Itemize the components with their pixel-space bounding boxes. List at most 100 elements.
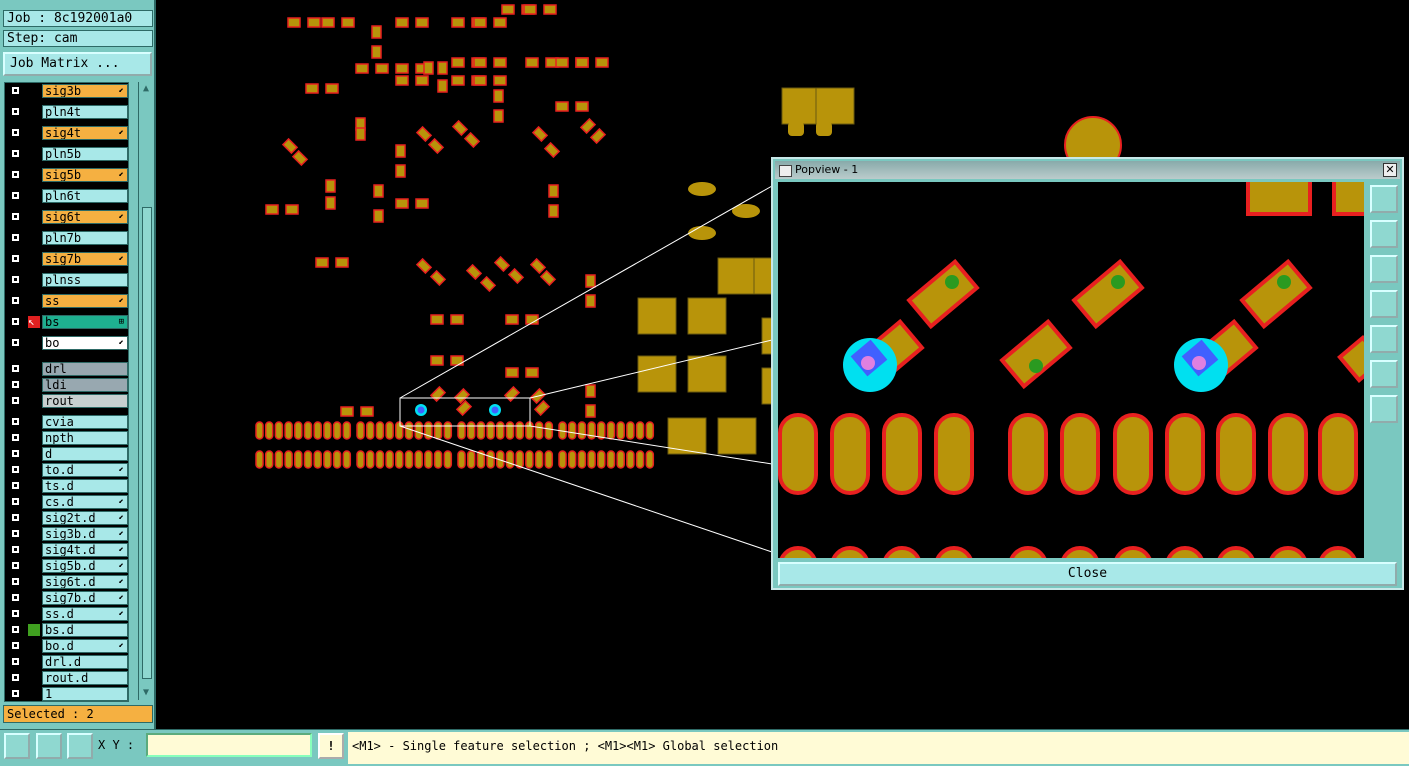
layer-name[interactable]: rout.d — [42, 671, 128, 685]
scroll-up-icon[interactable]: ▲ — [141, 84, 151, 94]
layer-checkbox[interactable] — [11, 497, 20, 506]
layer-name[interactable]: sig7b.d ⬋ — [42, 591, 128, 605]
layer-name[interactable]: sig3b.d ⬋ — [42, 527, 128, 541]
smd-pad[interactable] — [335, 257, 349, 268]
layer-name[interactable]: cvia — [42, 415, 128, 429]
smd-pad[interactable] — [451, 119, 469, 137]
layer-name[interactable]: drl.d — [42, 655, 128, 669]
layer-row-1[interactable]: 1 — [5, 687, 128, 701]
connector-pin[interactable] — [567, 421, 577, 440]
smd-pad[interactable] — [585, 384, 596, 398]
connector-pin[interactable] — [635, 450, 645, 469]
smd-pad[interactable] — [548, 204, 559, 218]
smd-pad[interactable] — [579, 117, 597, 135]
scroll-down-icon[interactable]: ▼ — [141, 688, 151, 698]
smd-pad[interactable] — [341, 17, 355, 28]
connector-pin[interactable] — [496, 421, 505, 440]
smd-pad[interactable] — [430, 355, 444, 366]
connector-pin[interactable] — [883, 546, 921, 558]
layer-row-to-d[interactable]: to.d ⬋ — [5, 463, 128, 478]
smd-pad[interactable] — [395, 198, 409, 209]
smd-pad[interactable] — [450, 314, 464, 325]
smd-pad[interactable] — [595, 57, 609, 68]
connector-pin[interactable] — [313, 450, 322, 469]
layer-name[interactable]: to.d ⬋ — [42, 463, 128, 477]
smd-pad[interactable] — [281, 137, 299, 155]
smd-pad[interactable] — [543, 141, 561, 159]
connector-pin[interactable] — [534, 421, 544, 440]
connector-pin[interactable] — [264, 421, 274, 440]
layer-checkbox[interactable] — [11, 673, 20, 682]
connector-pin[interactable] — [1216, 413, 1256, 495]
square-pad[interactable] — [687, 297, 727, 335]
oval-pad[interactable] — [788, 122, 804, 136]
smd-pad[interactable] — [505, 367, 519, 378]
layer-row-drl[interactable]: drl — [5, 362, 128, 377]
layer-name[interactable]: ldi — [42, 378, 128, 392]
smd-pad[interactable] — [373, 184, 384, 198]
smd-pad[interactable] — [437, 79, 448, 93]
smd-pad[interactable] — [395, 75, 409, 86]
smd-pad[interactable] — [373, 209, 384, 223]
smd-pad[interactable] — [371, 25, 382, 39]
smd-pad[interactable] — [287, 17, 301, 28]
layer-checkbox[interactable] — [11, 657, 20, 666]
connector-pin[interactable] — [606, 421, 616, 440]
xy-input[interactable] — [146, 733, 312, 757]
connector-pin[interactable] — [457, 421, 466, 440]
smd-pad[interactable] — [451, 75, 465, 86]
connector-pin[interactable] — [294, 421, 303, 440]
layer-name[interactable]: bs ⊞ — [42, 315, 128, 329]
layer-row-sig7b-d[interactable]: sig7b.d ⬋ — [5, 591, 128, 606]
layer-checkbox[interactable] — [11, 417, 20, 426]
layer-name[interactable]: bs.d — [42, 623, 128, 637]
connector-pin[interactable] — [303, 421, 313, 440]
layer-row-sig3b-d[interactable]: sig3b.d ⬋ — [5, 527, 128, 542]
layer-checkbox[interactable] — [11, 513, 20, 522]
layer-name[interactable]: ts.d — [42, 479, 128, 493]
smd-pad[interactable] — [395, 63, 409, 74]
alert-button[interactable]: ! — [318, 733, 344, 759]
connector-pin[interactable] — [1114, 546, 1152, 558]
connector-pin[interactable] — [365, 450, 375, 469]
smd-pad[interactable] — [453, 387, 471, 405]
connector-pin[interactable] — [274, 421, 284, 440]
measure-icon[interactable] — [4, 733, 30, 759]
layer-name[interactable]: rout — [42, 394, 128, 408]
layer-row-ts-d[interactable]: ts.d — [5, 479, 128, 494]
layer-name[interactable]: pln5b — [42, 147, 128, 161]
smd-pad[interactable] — [473, 75, 487, 86]
smd-pad[interactable] — [501, 4, 515, 15]
layer-checkbox[interactable] — [11, 233, 20, 242]
smd-pad[interactable] — [473, 17, 487, 28]
connector-pin[interactable] — [433, 421, 443, 440]
smd-pad[interactable] — [265, 204, 279, 215]
smd-pad[interactable] — [427, 137, 445, 155]
layer-name[interactable]: sig4t ⬋ — [42, 126, 128, 140]
layer-checkbox[interactable] — [11, 577, 20, 586]
layer-list[interactable]: sig3b ⬋ pln4t sig4t ⬋ pln5b sig5b ⬋ pln6t sig6t ⬋ p… — [4, 82, 129, 702]
layer-checkbox[interactable] — [11, 689, 20, 698]
connector-pin[interactable] — [616, 421, 625, 440]
connector-pin[interactable] — [831, 546, 869, 558]
layer-name[interactable]: ss.d ⬋ — [42, 607, 128, 621]
connector-pin[interactable] — [544, 421, 554, 440]
connector-pin[interactable] — [443, 450, 453, 469]
layer-name[interactable]: d — [42, 447, 128, 461]
smd-pad[interactable] — [340, 406, 354, 417]
layer-checkbox[interactable] — [11, 275, 20, 284]
pan-up-icon[interactable] — [1370, 220, 1398, 248]
layer-name[interactable]: sig6t.d ⬋ — [42, 575, 128, 589]
connector-pin[interactable] — [486, 450, 495, 469]
layer-checkbox[interactable] — [11, 561, 20, 570]
connector-pin[interactable] — [385, 450, 394, 469]
layer-checkbox[interactable] — [11, 449, 20, 458]
smd-pad[interactable] — [430, 314, 444, 325]
smd-pad[interactable] — [375, 63, 389, 74]
smd-pad[interactable] — [395, 17, 409, 28]
smd-pad[interactable] — [493, 17, 507, 28]
connector-pin[interactable] — [544, 450, 554, 469]
connector-pin[interactable] — [404, 421, 414, 440]
connector-pin[interactable] — [645, 450, 655, 469]
layer-row-cvia[interactable]: cvia — [5, 415, 128, 430]
